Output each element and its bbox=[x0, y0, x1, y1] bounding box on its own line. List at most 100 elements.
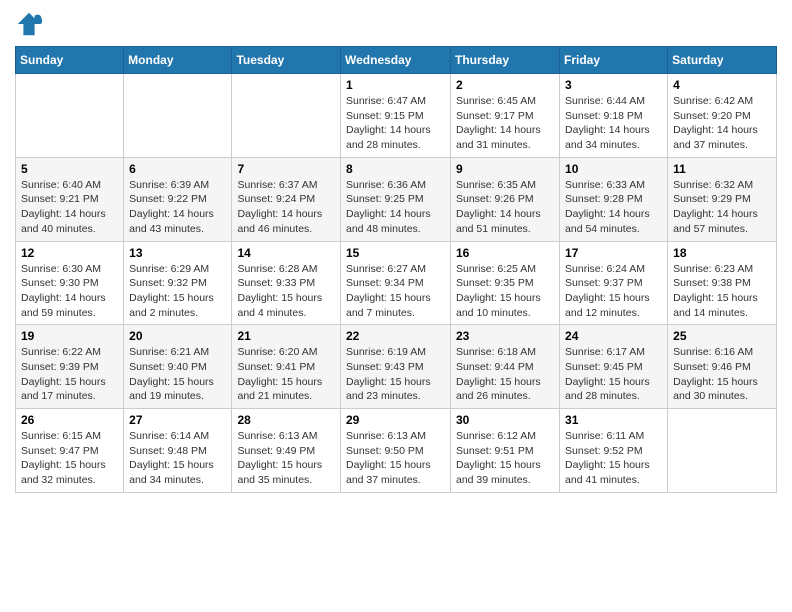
day-number: 25 bbox=[673, 329, 771, 343]
day-info: Sunrise: 6:20 AM Sunset: 9:41 PM Dayligh… bbox=[237, 345, 335, 404]
day-of-week-header: Monday bbox=[124, 47, 232, 74]
day-info: Sunrise: 6:45 AM Sunset: 9:17 PM Dayligh… bbox=[456, 94, 554, 153]
calendar-week-row: 19 Sunrise: 6:22 AM Sunset: 9:39 PM Dayli… bbox=[16, 325, 777, 409]
calendar-cell: 11 Sunrise: 6:32 AM Sunset: 9:29 PM Dayli… bbox=[668, 157, 777, 241]
day-number: 27 bbox=[129, 413, 226, 427]
day-number: 19 bbox=[21, 329, 118, 343]
calendar-header-row: SundayMondayTuesdayWednesdayThursdayFrid… bbox=[16, 47, 777, 74]
day-number: 1 bbox=[346, 78, 445, 92]
day-number: 13 bbox=[129, 246, 226, 260]
day-info: Sunrise: 6:40 AM Sunset: 9:21 PM Dayligh… bbox=[21, 178, 118, 237]
day-of-week-header: Wednesday bbox=[341, 47, 451, 74]
calendar-cell: 29 Sunrise: 6:13 AM Sunset: 9:50 PM Dayli… bbox=[341, 409, 451, 493]
day-number: 8 bbox=[346, 162, 445, 176]
day-info: Sunrise: 6:14 AM Sunset: 9:48 PM Dayligh… bbox=[129, 429, 226, 488]
header bbox=[15, 10, 777, 38]
day-info: Sunrise: 6:16 AM Sunset: 9:46 PM Dayligh… bbox=[673, 345, 771, 404]
day-number: 22 bbox=[346, 329, 445, 343]
calendar-cell: 12 Sunrise: 6:30 AM Sunset: 9:30 PM Dayli… bbox=[16, 241, 124, 325]
day-info: Sunrise: 6:23 AM Sunset: 9:38 PM Dayligh… bbox=[673, 262, 771, 321]
logo-icon bbox=[15, 10, 43, 38]
day-number: 28 bbox=[237, 413, 335, 427]
calendar-table: SundayMondayTuesdayWednesdayThursdayFrid… bbox=[15, 46, 777, 493]
calendar-cell: 10 Sunrise: 6:33 AM Sunset: 9:28 PM Dayli… bbox=[560, 157, 668, 241]
calendar-cell: 19 Sunrise: 6:22 AM Sunset: 9:39 PM Dayli… bbox=[16, 325, 124, 409]
day-info: Sunrise: 6:18 AM Sunset: 9:44 PM Dayligh… bbox=[456, 345, 554, 404]
day-number: 31 bbox=[565, 413, 662, 427]
day-info: Sunrise: 6:28 AM Sunset: 9:33 PM Dayligh… bbox=[237, 262, 335, 321]
day-info: Sunrise: 6:36 AM Sunset: 9:25 PM Dayligh… bbox=[346, 178, 445, 237]
calendar-cell bbox=[668, 409, 777, 493]
day-info: Sunrise: 6:25 AM Sunset: 9:35 PM Dayligh… bbox=[456, 262, 554, 321]
calendar-cell: 24 Sunrise: 6:17 AM Sunset: 9:45 PM Dayli… bbox=[560, 325, 668, 409]
day-of-week-header: Tuesday bbox=[232, 47, 341, 74]
calendar-cell: 30Sunrise: 6:12 AM Sunset: 9:51 PM Dayli… bbox=[451, 409, 560, 493]
day-number: 17 bbox=[565, 246, 662, 260]
day-number: 7 bbox=[237, 162, 335, 176]
calendar-cell bbox=[16, 74, 124, 158]
day-number: 6 bbox=[129, 162, 226, 176]
calendar-cell: 1 Sunrise: 6:47 AM Sunset: 9:15 PM Daylig… bbox=[341, 74, 451, 158]
day-number: 24 bbox=[565, 329, 662, 343]
day-number: 21 bbox=[237, 329, 335, 343]
calendar-cell: 17Sunrise: 6:24 AM Sunset: 9:37 PM Dayli… bbox=[560, 241, 668, 325]
day-number: 29 bbox=[346, 413, 445, 427]
day-info: Sunrise: 6:42 AM Sunset: 9:20 PM Dayligh… bbox=[673, 94, 771, 153]
page: SundayMondayTuesdayWednesdayThursdayFrid… bbox=[0, 0, 792, 612]
day-number: 15 bbox=[346, 246, 445, 260]
day-info: Sunrise: 6:32 AM Sunset: 9:29 PM Dayligh… bbox=[673, 178, 771, 237]
day-number: 14 bbox=[237, 246, 335, 260]
day-info: Sunrise: 6:27 AM Sunset: 9:34 PM Dayligh… bbox=[346, 262, 445, 321]
calendar-cell: 14 Sunrise: 6:28 AM Sunset: 9:33 PM Dayli… bbox=[232, 241, 341, 325]
calendar-cell: 2 Sunrise: 6:45 AM Sunset: 9:17 PM Daylig… bbox=[451, 74, 560, 158]
day-of-week-header: Friday bbox=[560, 47, 668, 74]
day-info: Sunrise: 6:11 AM Sunset: 9:52 PM Dayligh… bbox=[565, 429, 662, 488]
day-number: 20 bbox=[129, 329, 226, 343]
calendar-cell bbox=[124, 74, 232, 158]
calendar-week-row: 12 Sunrise: 6:30 AM Sunset: 9:30 PM Dayli… bbox=[16, 241, 777, 325]
calendar-cell: 13 Sunrise: 6:29 AM Sunset: 9:32 PM Dayli… bbox=[124, 241, 232, 325]
calendar-week-row: 5Sunrise: 6:40 AM Sunset: 9:21 PM Daylig… bbox=[16, 157, 777, 241]
day-info: Sunrise: 6:33 AM Sunset: 9:28 PM Dayligh… bbox=[565, 178, 662, 237]
calendar-cell: 26 Sunrise: 6:15 AM Sunset: 9:47 PM Dayli… bbox=[16, 409, 124, 493]
calendar-week-row: 1 Sunrise: 6:47 AM Sunset: 9:15 PM Daylig… bbox=[16, 74, 777, 158]
day-number: 12 bbox=[21, 246, 118, 260]
calendar-cell bbox=[232, 74, 341, 158]
calendar-cell: 3Sunrise: 6:44 AM Sunset: 9:18 PM Daylig… bbox=[560, 74, 668, 158]
day-number: 9 bbox=[456, 162, 554, 176]
calendar-cell: 21 Sunrise: 6:20 AM Sunset: 9:41 PM Dayli… bbox=[232, 325, 341, 409]
day-info: Sunrise: 6:37 AM Sunset: 9:24 PM Dayligh… bbox=[237, 178, 335, 237]
day-of-week-header: Thursday bbox=[451, 47, 560, 74]
calendar-cell: 31 Sunrise: 6:11 AM Sunset: 9:52 PM Dayli… bbox=[560, 409, 668, 493]
day-number: 2 bbox=[456, 78, 554, 92]
calendar-cell: 9Sunrise: 6:35 AM Sunset: 9:26 PM Daylig… bbox=[451, 157, 560, 241]
day-info: Sunrise: 6:19 AM Sunset: 9:43 PM Dayligh… bbox=[346, 345, 445, 404]
day-number: 10 bbox=[565, 162, 662, 176]
day-info: Sunrise: 6:47 AM Sunset: 9:15 PM Dayligh… bbox=[346, 94, 445, 153]
day-number: 30 bbox=[456, 413, 554, 427]
day-info: Sunrise: 6:29 AM Sunset: 9:32 PM Dayligh… bbox=[129, 262, 226, 321]
day-info: Sunrise: 6:13 AM Sunset: 9:50 PM Dayligh… bbox=[346, 429, 445, 488]
day-info: Sunrise: 6:30 AM Sunset: 9:30 PM Dayligh… bbox=[21, 262, 118, 321]
day-info: Sunrise: 6:13 AM Sunset: 9:49 PM Dayligh… bbox=[237, 429, 335, 488]
day-number: 11 bbox=[673, 162, 771, 176]
day-number: 16 bbox=[456, 246, 554, 260]
day-number: 4 bbox=[673, 78, 771, 92]
calendar-cell: 18Sunrise: 6:23 AM Sunset: 9:38 PM Dayli… bbox=[668, 241, 777, 325]
day-number: 3 bbox=[565, 78, 662, 92]
day-info: Sunrise: 6:22 AM Sunset: 9:39 PM Dayligh… bbox=[21, 345, 118, 404]
day-info: Sunrise: 6:15 AM Sunset: 9:47 PM Dayligh… bbox=[21, 429, 118, 488]
calendar-cell: 22 Sunrise: 6:19 AM Sunset: 9:43 PM Dayli… bbox=[341, 325, 451, 409]
calendar-cell: 7 Sunrise: 6:37 AM Sunset: 9:24 PM Daylig… bbox=[232, 157, 341, 241]
calendar-week-row: 26 Sunrise: 6:15 AM Sunset: 9:47 PM Dayli… bbox=[16, 409, 777, 493]
day-number: 26 bbox=[21, 413, 118, 427]
calendar-cell: 20Sunrise: 6:21 AM Sunset: 9:40 PM Dayli… bbox=[124, 325, 232, 409]
logo bbox=[15, 10, 45, 38]
calendar-cell: 23 Sunrise: 6:18 AM Sunset: 9:44 PM Dayli… bbox=[451, 325, 560, 409]
calendar-cell: 8 Sunrise: 6:36 AM Sunset: 9:25 PM Daylig… bbox=[341, 157, 451, 241]
day-number: 23 bbox=[456, 329, 554, 343]
day-of-week-header: Sunday bbox=[16, 47, 124, 74]
day-info: Sunrise: 6:17 AM Sunset: 9:45 PM Dayligh… bbox=[565, 345, 662, 404]
calendar-cell: 6Sunrise: 6:39 AM Sunset: 9:22 PM Daylig… bbox=[124, 157, 232, 241]
calendar-cell: 5Sunrise: 6:40 AM Sunset: 9:21 PM Daylig… bbox=[16, 157, 124, 241]
